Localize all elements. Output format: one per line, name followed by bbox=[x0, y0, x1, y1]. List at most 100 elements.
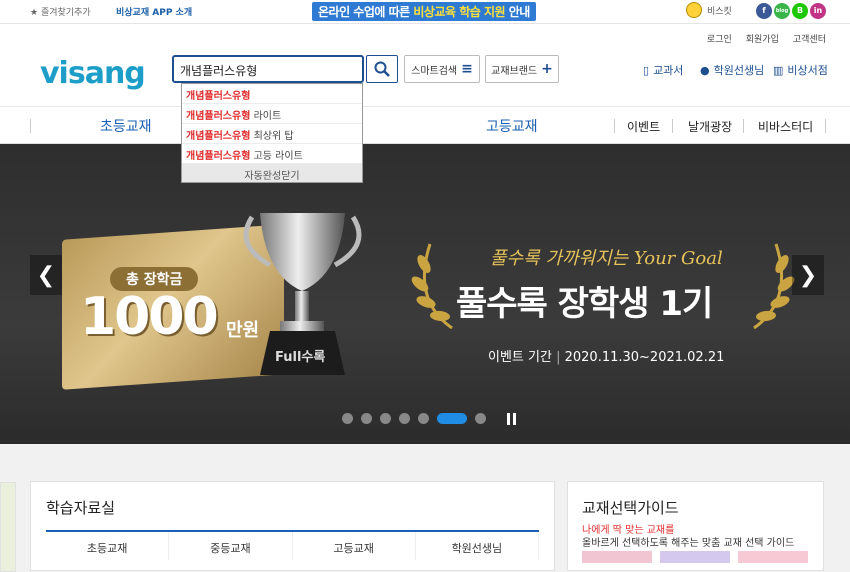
slide-dot[interactable] bbox=[399, 413, 410, 424]
textbook-label: 교과서 bbox=[653, 64, 684, 77]
top-bar: ★ 즐겨찾기추가 비상교재 APP 소개 온라인 수업에 따른 비상교육 학습 … bbox=[0, 0, 850, 24]
hero-title: 풀수록 장학생 1기 bbox=[456, 284, 713, 324]
visang-store-label: 비상서점 bbox=[787, 64, 828, 77]
header: 로그인 회원가입 고객센터 visang 개념플러스유형 스마트검색 ≡ 교재브랜… bbox=[0, 24, 850, 106]
slide-dot[interactable] bbox=[475, 413, 486, 424]
study-materials-title: 학습자료실 bbox=[46, 499, 116, 517]
autocomplete-match: 개념플러스유형 bbox=[186, 131, 251, 142]
autocomplete-item[interactable]: 개념플러스유형 라이트 bbox=[182, 104, 362, 124]
bisket-icon bbox=[686, 2, 702, 18]
nav-divider bbox=[30, 119, 31, 133]
slide-dot[interactable] bbox=[437, 413, 467, 424]
facebook-icon[interactable]: f bbox=[756, 3, 772, 19]
nav-event[interactable]: 이벤트 bbox=[627, 118, 660, 135]
nav-elementary[interactable]: 초등교재 bbox=[100, 116, 152, 136]
blog-icon[interactable]: blog bbox=[774, 3, 790, 19]
pause-icon bbox=[507, 413, 510, 425]
signup-link[interactable]: 회원가입 bbox=[746, 32, 779, 45]
next-slide-button[interactable]: ❯ bbox=[792, 255, 824, 295]
main-nav: 초등교재 고등교재 이벤트 날개광장 비바스터디 bbox=[0, 106, 850, 144]
autocomplete-item[interactable]: 개념플러스유형 고등 라이트 bbox=[182, 144, 362, 164]
plus-icon: + bbox=[541, 61, 553, 77]
autocomplete-rest: 고등 라이트 bbox=[250, 151, 303, 162]
trophy-icon: Full수록 bbox=[243, 213, 362, 375]
laurel-right-icon bbox=[753, 243, 795, 330]
academy-teacher-label: 학원선생님 bbox=[713, 64, 765, 77]
favorite-label: 즐겨찾기추가 bbox=[40, 8, 91, 18]
banner-highlight: 비상교육 학습 지원 bbox=[413, 5, 506, 19]
chevron-left-icon: ❮ bbox=[36, 262, 56, 288]
autocomplete-close-button[interactable]: 자동완성닫기 bbox=[182, 164, 362, 182]
autocomplete-dropdown: 개념플러스유형 개념플러스유형 라이트 개념플러스유형 최상위 탑 개념플러스유… bbox=[181, 83, 363, 183]
book-icon: ▯ bbox=[643, 63, 650, 77]
textbook-brand-label: 교재브랜드 bbox=[491, 65, 538, 77]
autocomplete-match: 개념플러스유형 bbox=[186, 151, 251, 162]
banner-text: 온라인 수업에 따른 bbox=[318, 5, 414, 19]
search-icon bbox=[374, 61, 390, 77]
autocomplete-item[interactable]: 개념플러스유형 최상위 탑 bbox=[182, 124, 362, 144]
app-intro-link[interactable]: 비상교재 APP 소개 bbox=[116, 5, 192, 18]
study-tabs: 초등교재 중등교재 고등교재 학원선생님 bbox=[46, 530, 539, 560]
period-divider: | bbox=[556, 350, 561, 365]
search-button[interactable] bbox=[366, 55, 398, 83]
nav-divider bbox=[672, 119, 673, 133]
guide-card[interactable] bbox=[738, 551, 808, 563]
tab-high[interactable]: 고등교재 bbox=[293, 532, 416, 560]
chevron-right-icon: ❯ bbox=[798, 262, 818, 288]
nav-divider bbox=[614, 119, 615, 133]
bisket-link[interactable]: 비스킷 bbox=[686, 2, 732, 18]
hero-goal-text: 풀수록 가까워지는 Your Goal bbox=[490, 248, 723, 269]
hero-period: 이벤트 기간 | 2020.11.30~2021.02.21 bbox=[488, 346, 724, 365]
period-label: 이벤트 기간 bbox=[488, 350, 552, 365]
autocomplete-rest: 최상위 탑 bbox=[250, 131, 294, 142]
pause-button[interactable] bbox=[507, 413, 518, 425]
band-icon[interactable]: B bbox=[792, 3, 808, 19]
nav-divider bbox=[743, 119, 744, 133]
pause-icon-bar bbox=[513, 413, 516, 425]
visang-logo[interactable]: visang bbox=[40, 56, 146, 91]
guide-card[interactable] bbox=[582, 551, 652, 563]
guide-title: 교재선택가이드 bbox=[582, 499, 679, 517]
bisket-label: 비스킷 bbox=[707, 6, 732, 17]
autocomplete-rest: 라이트 bbox=[250, 111, 282, 122]
autocomplete-match: 개념플러스유형 bbox=[186, 111, 251, 122]
tab-academy[interactable]: 학원선생님 bbox=[416, 532, 539, 560]
favorite-link[interactable]: ★ 즐겨찾기추가 bbox=[30, 5, 91, 18]
smart-search-label: 스마트검색 bbox=[411, 65, 458, 77]
tab-elementary[interactable]: 초등교재 bbox=[46, 532, 170, 560]
person-icon: ● bbox=[700, 63, 710, 77]
slide-dot[interactable] bbox=[342, 413, 353, 424]
scholarship-amount: 1000 bbox=[80, 287, 219, 347]
slide-dot[interactable] bbox=[418, 413, 429, 424]
slide-dot[interactable] bbox=[361, 413, 372, 424]
period-value: 2020.11.30~2021.02.21 bbox=[564, 350, 725, 365]
autocomplete-match: 개념플러스유형 bbox=[186, 91, 251, 102]
instagram-icon[interactable]: in bbox=[810, 3, 826, 19]
search-input[interactable]: 개념플러스유형 bbox=[172, 55, 364, 83]
top-notice-banner[interactable]: 온라인 수업에 따른 비상교육 학습 지원 안내 bbox=[312, 2, 536, 21]
banner-text-end: 안내 bbox=[505, 5, 531, 19]
slide-indicators bbox=[342, 413, 486, 424]
academy-teacher-link[interactable]: ● 학원선생님 bbox=[700, 62, 764, 78]
support-link[interactable]: 고객센터 bbox=[793, 32, 826, 45]
textbook-brand-button[interactable]: 교재브랜드 + bbox=[485, 55, 559, 83]
smart-search-button[interactable]: 스마트검색 ≡ bbox=[404, 55, 480, 83]
visang-store-link[interactable]: ▥ 비상서점 bbox=[773, 62, 828, 78]
autocomplete-item[interactable]: 개념플러스유형 bbox=[182, 84, 362, 104]
trophy-label: Full수록 bbox=[275, 350, 325, 365]
slide-dot[interactable] bbox=[380, 413, 391, 424]
account-links: 로그인 회원가입 고객센터 bbox=[707, 32, 826, 45]
prev-slide-button[interactable]: ❮ bbox=[30, 255, 62, 295]
nav-high-school[interactable]: 고등교재 bbox=[486, 116, 538, 136]
menu-icon: ≡ bbox=[461, 61, 473, 77]
textbook-link[interactable]: ▯ 교과서 bbox=[643, 62, 683, 78]
nav-divider bbox=[825, 119, 826, 133]
guide-description: 올바르게 선택하도록 해주는 맞춤 교재 선택 가이드 bbox=[582, 538, 795, 549]
tab-middle[interactable]: 중등교재 bbox=[169, 532, 293, 560]
nav-square[interactable]: 날개광장 bbox=[688, 118, 732, 135]
store-icon: ▥ bbox=[773, 63, 784, 77]
side-promo[interactable] bbox=[0, 482, 16, 572]
nav-study[interactable]: 비바스터디 bbox=[758, 118, 813, 135]
guide-card[interactable] bbox=[660, 551, 730, 563]
login-link[interactable]: 로그인 bbox=[707, 32, 732, 45]
